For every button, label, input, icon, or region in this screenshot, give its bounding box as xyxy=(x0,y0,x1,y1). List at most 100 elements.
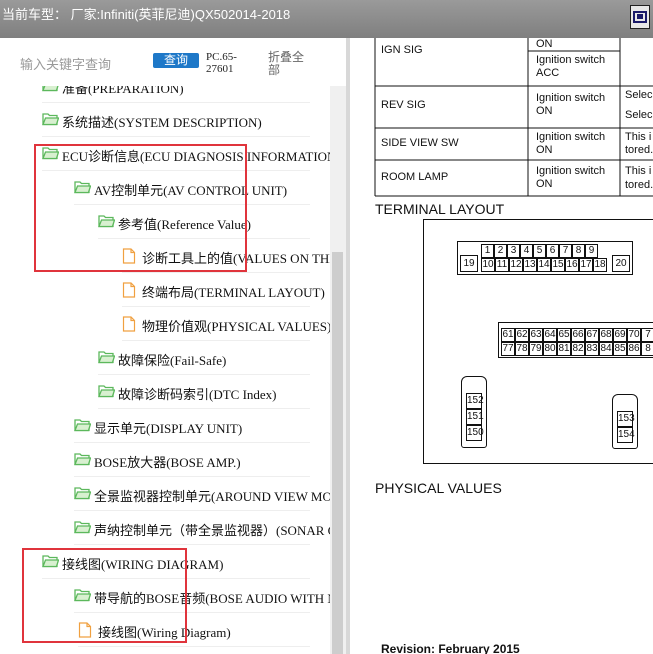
tree-folder-item[interactable]: BOSE放大器(BOSE AMP.) xyxy=(74,443,330,477)
tree-folder-item[interactable]: 显示单元(DISPLAY UNIT) xyxy=(74,409,330,443)
tree-page-item[interactable]: 诊断工具上的值(VALUES ON THE DIAGNOSIS TOOL) xyxy=(122,239,330,273)
tree-folder-item[interactable]: 系统描述(SYSTEM DESCRIPTION) xyxy=(42,103,330,137)
collapse-all-button[interactable]: 折叠全部 xyxy=(268,51,312,77)
table-row-1-condition: Ignition switch ACC xyxy=(536,54,606,79)
folder-open-icon xyxy=(42,554,60,572)
connector-pin: 80 xyxy=(543,342,557,356)
table-row-4-value2: tored. xyxy=(625,179,653,191)
query-button[interactable]: 查询 xyxy=(153,53,199,68)
connector-pin: 82 xyxy=(571,342,585,356)
tree-folder-item[interactable]: ECU诊断信息(ECU DIAGNOSIS INFORMATION) xyxy=(42,137,330,171)
folder-open-icon xyxy=(98,350,116,368)
tree-folder-item[interactable]: 参考值(Reference Value) xyxy=(98,205,330,239)
connector-pin: 3 xyxy=(507,244,520,258)
tree-item-label: BOSE放大器(BOSE AMP.) xyxy=(94,455,241,470)
tree-folder-item[interactable]: 全景监视器控制单元(AROUND VIEW MONITOR CONTROL UN… xyxy=(74,477,330,511)
connector-pin: 152 xyxy=(466,393,484,409)
tree-item-label: 显示单元(DISPLAY UNIT) xyxy=(94,421,243,436)
table-row-2-value: Selec xyxy=(625,89,653,101)
connector-pin: 78 xyxy=(515,342,529,356)
tree-folder-item[interactable]: AV控制单元(AV CONTROL UNIT) xyxy=(74,171,330,205)
tree-item-label: 系统描述(SYSTEM DESCRIPTION) xyxy=(62,115,262,130)
tree-page-item[interactable]: 物理价值观(PHYSICAL VALUES) xyxy=(122,307,330,341)
connector-pin: 7 xyxy=(641,328,653,342)
left-panel: 输入关键字查询 查询 PC.65-27601 折叠全部 准备(PREPARATI… xyxy=(0,38,346,654)
tree-page-item[interactable]: 终端布局(TERMINAL LAYOUT) xyxy=(122,273,330,307)
connector-pin: 64 xyxy=(543,328,557,342)
physical-values-heading: PHYSICAL VALUES xyxy=(375,480,502,496)
tree-folder-item[interactable]: 声纳控制单元（带全景监视器）(SONAR CONTROL UNIT) xyxy=(74,511,330,545)
table-row-2-value2: Selec xyxy=(625,109,653,121)
tree-item-label: 声纳控制单元（带全景监视器）(SONAR CONTROL UNIT) xyxy=(94,523,330,538)
connector-pin: 8 xyxy=(641,342,653,356)
connector-pin: 70 xyxy=(627,328,641,342)
connector-pin: 6 xyxy=(546,244,559,258)
connector-pin: 85 xyxy=(613,342,627,356)
page-icon xyxy=(78,622,92,642)
table-row-3-name: SIDE VIEW SW xyxy=(381,137,459,149)
tree-page-item[interactable]: 接线图(Wiring Diagram) xyxy=(78,613,330,647)
folder-open-icon xyxy=(98,384,116,402)
connector-pin: 12 xyxy=(509,258,523,272)
connector-pin: 154 xyxy=(617,427,635,443)
page-icon xyxy=(122,316,136,336)
connector-pin: 2 xyxy=(494,244,507,258)
tree-item-label: 故障保险(Fail-Safe) xyxy=(118,353,227,368)
connector-pin: 151 xyxy=(466,409,484,425)
tree-item-label: 诊断工具上的值(VALUES ON THE DIAGNOSIS TOOL) xyxy=(142,251,330,266)
tree-item-label: 全景监视器控制单元(AROUND VIEW MONITOR CONTROL UN… xyxy=(94,489,330,504)
folder-open-icon xyxy=(74,418,92,436)
scrollbar-thumb[interactable] xyxy=(332,252,343,654)
vertical-scrollbar[interactable] xyxy=(330,86,346,654)
connector-pin: 77 xyxy=(501,342,515,356)
table-row-4-name: ROOM LAMP xyxy=(381,171,449,183)
connector-pin: 13 xyxy=(523,258,537,272)
revision-text: Revision: February 2015 xyxy=(381,642,520,654)
search-input[interactable]: 输入关键字查询 xyxy=(20,54,111,73)
connector-pin: 83 xyxy=(585,342,599,356)
tree-folder-item[interactable]: 带导航的BOSE音频(BOSE AUDIO WITH NAVIGATION) xyxy=(74,579,330,613)
connector-pin: 153 xyxy=(617,411,635,427)
connector-pin: 7 xyxy=(559,244,572,258)
tree-item-label: 接线图(WIRING DIAGRAM) xyxy=(62,557,224,572)
restore-window-button[interactable] xyxy=(630,5,650,29)
tree-item-label: 故障诊断码索引(DTC Index) xyxy=(118,387,277,402)
table-row-3-condition: Ignition switch ON xyxy=(536,131,606,156)
connector-pin: 11 xyxy=(495,258,509,272)
table-row-1-name: IGN SIG xyxy=(381,44,423,56)
title-bar: 当前车型： 厂家:Infiniti(英菲尼迪)QX502014-2018 xyxy=(0,0,653,38)
tree-item-label: ECU诊断信息(ECU DIAGNOSIS INFORMATION) xyxy=(62,149,330,164)
tree-item-label: 带导航的BOSE音频(BOSE AUDIO WITH NAVIGATION) xyxy=(94,591,330,606)
connector-pin: 9 xyxy=(585,244,598,258)
document-pane: ON IGN SIG Ignition switch ACC REV SIG I… xyxy=(350,38,653,654)
table-row-2-name: REV SIG xyxy=(381,99,426,111)
folder-open-icon xyxy=(74,180,92,198)
table-row-3-value: This i xyxy=(625,131,652,143)
tree-folder-item[interactable]: 故障诊断码索引(DTC Index) xyxy=(98,375,330,409)
tree-folder-item[interactable]: 接线图(WIRING DIAGRAM) xyxy=(42,545,330,579)
connector-pin: 86 xyxy=(627,342,641,356)
connector-pin: 15 xyxy=(551,258,565,272)
connector-pin: 69 xyxy=(613,328,627,342)
folder-open-icon xyxy=(98,214,116,232)
connector-pin: 150 xyxy=(466,425,484,441)
tree-row-separator xyxy=(78,646,310,647)
connector-pin: 5 xyxy=(533,244,546,258)
page-icon xyxy=(122,248,136,268)
connector-pin: 81 xyxy=(557,342,571,356)
terminal-layout-heading: TERMINAL LAYOUT xyxy=(375,201,505,217)
tree-item-label: 接线图(Wiring Diagram) xyxy=(98,625,231,640)
connector-pin: 14 xyxy=(537,258,551,272)
connector-pin: 62 xyxy=(515,328,529,342)
folder-open-icon xyxy=(74,486,92,504)
connector-pin: 65 xyxy=(557,328,571,342)
restore-icon xyxy=(633,11,647,23)
tree-folder-item[interactable]: 准备(PREPARATION) xyxy=(42,86,330,103)
tree-folder-item[interactable]: 故障保险(Fail-Safe) xyxy=(98,341,330,375)
folder-open-icon xyxy=(42,86,59,96)
table-top-cut: ON xyxy=(536,38,553,50)
connector-pin: 8 xyxy=(572,244,585,258)
pc-code: PC.65-27601 xyxy=(206,51,237,75)
connector-pin: 4 xyxy=(520,244,533,258)
table-row-4-condition: Ignition switch ON xyxy=(536,165,606,190)
